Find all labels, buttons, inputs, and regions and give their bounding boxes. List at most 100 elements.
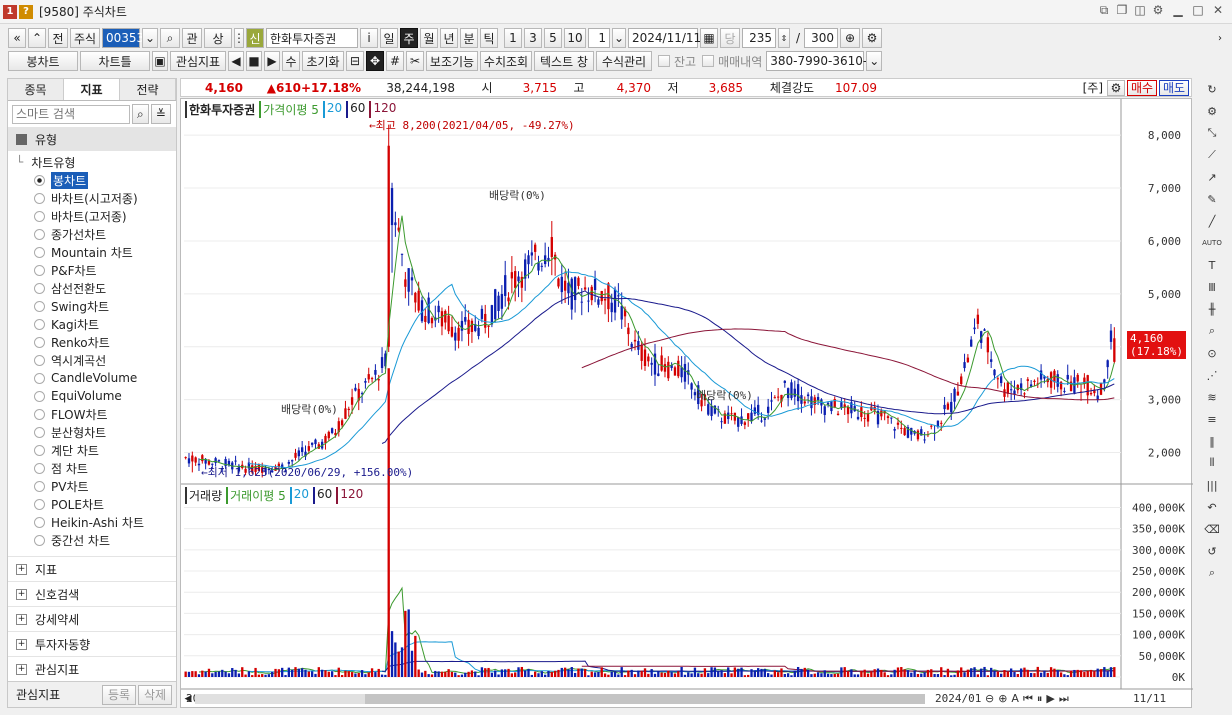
layout-icon[interactable]: ⊟ <box>346 51 364 71</box>
period-minute[interactable]: 분 <box>460 28 478 48</box>
nav-first-button[interactable]: « <box>8 28 26 48</box>
trend-line-icon[interactable]: ⤡ <box>1198 122 1226 144</box>
gear-icon[interactable]: ⚙ <box>1150 3 1166 17</box>
radio-button[interactable] <box>34 462 45 474</box>
scroll-track[interactable] <box>195 694 925 704</box>
interval-input[interactable]: 1 <box>588 28 610 48</box>
search-icon[interactable]: ⌕ <box>132 104 149 124</box>
total-input[interactable]: 300 <box>804 28 839 48</box>
chart-type-item[interactable]: 바차트(시고저종) <box>8 189 176 207</box>
aux-function-button[interactable]: 보조기능 <box>426 51 478 71</box>
su-button[interactable]: 수 <box>282 51 300 71</box>
radio-button[interactable] <box>34 192 45 204</box>
fan-icon[interactable]: ⋰ <box>1198 364 1226 386</box>
radio-button[interactable] <box>34 246 45 258</box>
play-prev-icon[interactable]: ◀ <box>228 51 244 71</box>
interval-3[interactable]: 3 <box>524 28 542 48</box>
trade-history-checkbox[interactable] <box>702 55 715 67</box>
period-day[interactable]: 일 <box>380 28 398 48</box>
account-select[interactable]: 380-7990-3610-1 <box>766 51 875 71</box>
chart-type-item[interactable]: 바차트(고저종) <box>8 207 176 225</box>
calendar-icon[interactable]: ▦ <box>700 28 718 48</box>
watch-button[interactable]: 관 <box>182 28 202 48</box>
watch-index-button[interactable]: 관심지표 <box>170 51 226 71</box>
chart-type-item[interactable]: Swing차트 <box>8 297 176 315</box>
undo-icon[interactable]: ↶ <box>1198 496 1226 518</box>
count-input[interactable]: 235 <box>742 28 776 48</box>
gear-icon[interactable]: ⚙ <box>862 28 883 48</box>
chevron-down-icon[interactable]: ⌄ <box>866 51 883 71</box>
channel-icon[interactable]: ≡ <box>1198 408 1226 430</box>
chart-type-item[interactable]: EquiVolume <box>8 387 176 405</box>
interval-10[interactable]: 10 <box>564 28 586 48</box>
radio-button[interactable] <box>34 372 45 384</box>
nav-up-icon[interactable]: ⌃ <box>28 28 46 48</box>
save-icon[interactable]: ▣ <box>152 51 168 71</box>
vertical-lines-icon[interactable]: ‖ <box>1198 430 1226 452</box>
register-button[interactable]: 등록 <box>102 684 136 705</box>
gear-icon[interactable]: ⚙ <box>1198 100 1226 122</box>
collapse-icon[interactable]: ≚ <box>150 104 171 124</box>
interval-5[interactable]: 5 <box>544 28 562 48</box>
radio-button[interactable] <box>34 480 45 492</box>
search-icon[interactable]: ⌕ <box>160 28 180 48</box>
tab-indicator[interactable]: 지표 <box>64 79 120 100</box>
category-indicator[interactable]: + 지표 <box>8 556 176 581</box>
price-chart-svg[interactable]: 8,0007,0006,0005,0004,0003,0002,000400,0… <box>181 99 1193 709</box>
radio-button[interactable] <box>34 534 45 546</box>
chart-type-item[interactable]: 봉차트 <box>8 171 176 189</box>
chevron-right-icon[interactable]: › <box>1218 33 1222 44</box>
move-icon[interactable]: ✥ <box>366 51 384 71</box>
chart-area[interactable]: 8,0007,0006,0005,0004,0003,0002,000400,0… <box>180 98 1193 709</box>
tab-stock[interactable]: 종목 <box>8 79 64 100</box>
zoom-in-icon[interactable]: ⊕ <box>840 28 861 48</box>
radio-button[interactable] <box>34 210 45 222</box>
chart-type-item[interactable]: Heikin-Ashi 차트 <box>8 513 176 531</box>
spinner-icon[interactable]: ⇕ <box>778 28 790 48</box>
magnify-icon[interactable]: ⌕ <box>1198 320 1226 342</box>
buy-button[interactable]: 매수 <box>1127 79 1157 96</box>
reset-button[interactable]: 초기화 <box>302 51 344 71</box>
period-month[interactable]: 월 <box>420 28 438 48</box>
eraser-icon[interactable]: ⌫ <box>1198 518 1226 540</box>
chart-type-item[interactable]: Mountain 차트 <box>8 243 176 261</box>
interval-1[interactable]: 1 <box>504 28 522 48</box>
grid-lines-icon[interactable]: ⦀ <box>1198 452 1226 474</box>
chart-type-item[interactable]: POLE차트 <box>8 495 176 513</box>
chart-type-item[interactable]: 계단 차트 <box>8 441 176 459</box>
diagonal-icon[interactable]: ╱ <box>1198 210 1226 232</box>
drag-handle[interactable]: ⋮ <box>233 28 245 48</box>
text-tool-icon[interactable]: T <box>1198 254 1226 276</box>
search-icon[interactable]: ⌕ <box>1198 562 1226 584</box>
radio-button[interactable] <box>34 228 45 240</box>
ray-icon[interactable]: ↗ <box>1198 166 1226 188</box>
chart-type-item[interactable]: 종가선차트 <box>8 225 176 243</box>
radio-button[interactable] <box>34 390 45 402</box>
radio-button[interactable] <box>34 318 45 330</box>
chart-type-item[interactable]: PV차트 <box>8 477 176 495</box>
chart-type-item[interactable]: 삼선전환도 <box>8 279 176 297</box>
chart-type-item[interactable]: CandleVolume <box>8 369 176 387</box>
radio-button[interactable] <box>34 300 45 312</box>
scroll-bar[interactable]: ◀ ▶ ⊖⊕A⏮⏸▶⏭ <box>181 691 1193 707</box>
radio-button[interactable] <box>34 426 45 438</box>
radio-button[interactable] <box>34 282 45 294</box>
period-year[interactable]: 년 <box>440 28 458 48</box>
bars-icon[interactable]: ||| <box>1198 474 1226 496</box>
current-button[interactable]: 당 <box>720 28 740 48</box>
chevron-down-icon[interactable]: ⌄ <box>142 28 158 48</box>
radio-button[interactable] <box>34 174 45 186</box>
minimize-icon[interactable]: ▁ <box>1170 3 1186 17</box>
line-tool-icon[interactable]: ⟋ <box>1198 144 1226 166</box>
chart-type-item[interactable]: 중간선 차트 <box>8 531 176 549</box>
candle-icon[interactable]: ╫ <box>1198 298 1226 320</box>
prev-button[interactable]: 전 <box>48 28 68 48</box>
chart-type-item[interactable]: P&F차트 <box>8 261 176 279</box>
stock-name-field[interactable]: 한화투자증권 <box>266 28 358 48</box>
copy-icon[interactable]: ❐ <box>1114 3 1130 17</box>
delete-button[interactable]: 삭제 <box>138 684 172 705</box>
camera-icon[interactable]: ◫ <box>1132 3 1148 17</box>
numeric-query-button[interactable]: 수치조회 <box>480 51 532 71</box>
radio-button[interactable] <box>34 516 45 528</box>
grid-icon[interactable]: # <box>386 51 404 71</box>
